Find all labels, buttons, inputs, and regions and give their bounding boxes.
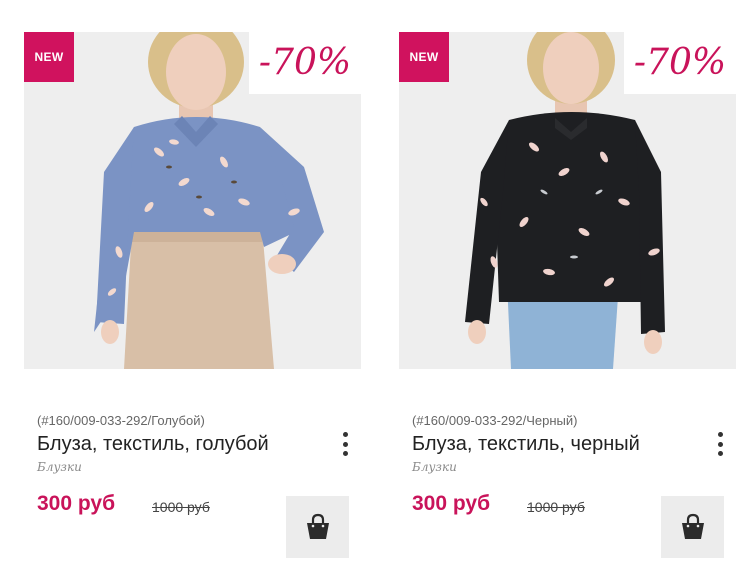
product-category[interactable]: Блузки xyxy=(37,460,82,474)
more-vertical-icon[interactable] xyxy=(336,432,354,456)
product-title[interactable]: Блуза, текстиль, голубой xyxy=(37,433,269,456)
shopping-bag-icon xyxy=(306,513,329,539)
shopping-bag-icon xyxy=(681,513,704,539)
new-badge: NEW xyxy=(399,32,449,82)
discount-badge: -70% xyxy=(624,32,736,94)
product-title[interactable]: Блуза, текстиль, черный xyxy=(412,433,640,456)
product-old-price: 1000 руб xyxy=(527,499,585,515)
product-price: 300 руб xyxy=(37,492,116,515)
product-price: 300 руб xyxy=(412,492,491,515)
new-badge: NEW xyxy=(24,32,74,82)
more-vertical-icon[interactable] xyxy=(711,432,729,456)
product-category[interactable]: Блузки xyxy=(412,460,457,474)
product-old-price: 1000 руб xyxy=(152,499,210,515)
discount-badge: -70% xyxy=(249,32,361,94)
product-card[interactable]: NEW -70% (#160/009-033-292/Черный) Блуза… xyxy=(399,0,747,574)
product-card[interactable]: NEW -70% (#160/009-033-292/Голубой) Блуз… xyxy=(24,0,372,574)
product-sku: (#160/009-033-292/Голубой) xyxy=(37,413,205,428)
add-to-cart-button[interactable] xyxy=(286,496,349,558)
product-sku: (#160/009-033-292/Черный) xyxy=(412,413,578,428)
add-to-cart-button[interactable] xyxy=(661,496,724,558)
